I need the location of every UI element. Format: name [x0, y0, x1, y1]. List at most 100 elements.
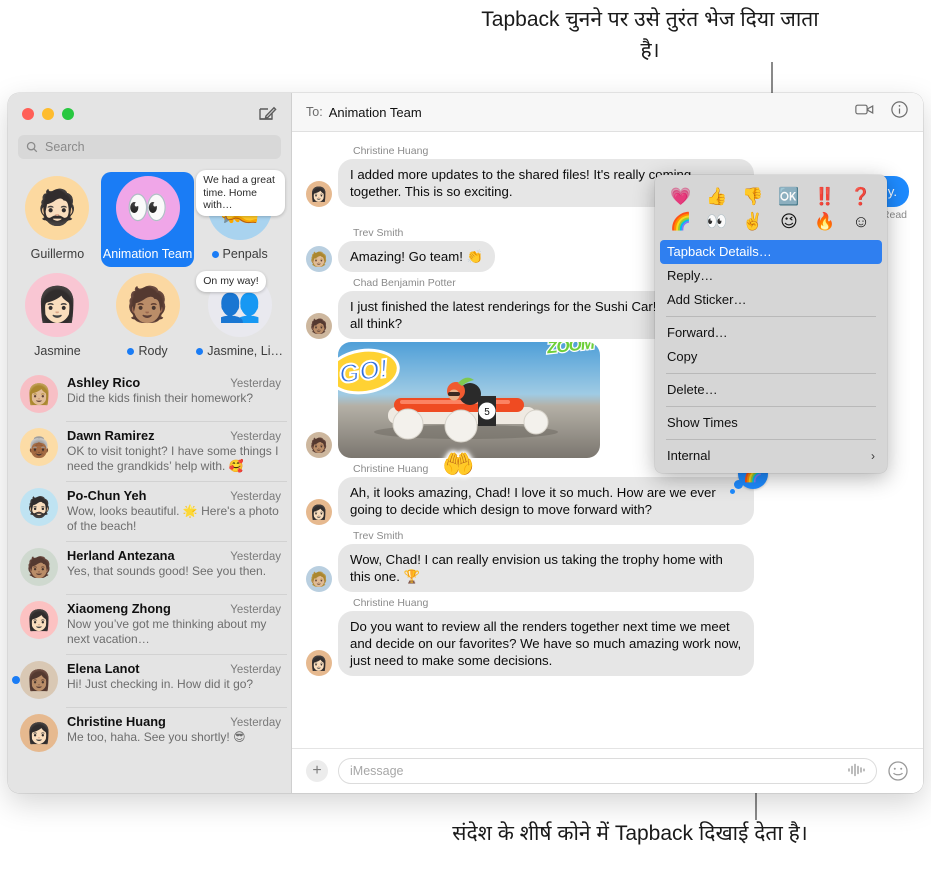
conversation-name: Elena Lanot	[67, 661, 140, 676]
menu-item-delete[interactable]: Delete…	[655, 378, 887, 402]
message-bubble-incoming[interactable]: Do you want to review all the renders to…	[334, 611, 754, 676]
tapback-option-11[interactable]: ☺	[843, 209, 879, 234]
tapback-option-5[interactable]: ❓	[843, 184, 879, 209]
menu-item-reply[interactable]: Reply…	[655, 264, 887, 288]
message-bubble-incoming[interactable]: Amazing! Go team! 👏	[334, 241, 495, 272]
pinned-label: Animation Team	[103, 247, 192, 261]
info-circle-icon[interactable]	[890, 100, 909, 124]
close-button[interactable]	[22, 108, 34, 120]
maximize-button[interactable]	[62, 108, 74, 120]
sidebar: Search 🧔🏻 Guillermo 👀 Animation Team We had …	[8, 93, 292, 793]
avatar: 🧔🏻	[20, 488, 58, 526]
menu-item-add-sticker[interactable]: Add Sticker…	[655, 288, 887, 312]
menu-item-show-times[interactable]: Show Times	[655, 411, 887, 435]
tapback-picker[interactable]: 💗 👍 👎 🆗 ‼️ ❓ 🌈 👀 ✌️ 😉 🔥 ☺	[655, 181, 887, 240]
conversation-time: Yesterday	[230, 717, 281, 729]
pinned-label: Penpals	[211, 247, 268, 261]
avatar: 🧑🏼	[306, 566, 332, 592]
tapback-option-7[interactable]: 👀	[699, 209, 735, 234]
tapback-option-10[interactable]: 🔥	[807, 209, 843, 234]
conversation-row[interactable]: 👩🏻 Xiaomeng Zhong Yesterday Now you’ve got …	[8, 594, 291, 654]
pinned-name: Jasmine	[34, 344, 81, 358]
unread-dot	[127, 347, 135, 355]
conversation-preview: Me too, haha. See you shortly! 😎	[67, 730, 246, 744]
tapback-option-3[interactable]: 🆗	[771, 184, 807, 209]
conversation-row[interactable]: 👩🏽 Elena Lanot Yesterday Hi! Just checking …	[8, 654, 291, 707]
pinned-conversation-2[interactable]: We had a great time. Home with…✍️Penpals	[194, 170, 285, 267]
conversation-row[interactable]: 👩🏼 Ashley Rico Yesterday Did the kids finis…	[8, 368, 291, 421]
chevron-right-icon: ›	[871, 449, 875, 463]
conversation-time: Yesterday	[230, 491, 281, 503]
traffic-lights[interactable]	[22, 108, 74, 120]
menu-item-label: Reply…	[667, 268, 714, 283]
conversation-name: Christine Huang	[67, 714, 166, 729]
conversation-name: Po-Chun Yeh	[67, 488, 147, 503]
pinned-avatar: 🧔🏻	[25, 176, 90, 240]
pinned-name: Jasmine, Li…	[207, 344, 283, 358]
pinned-name: Guillermo	[30, 247, 85, 261]
context-menu[interactable]: 💗 👍 👎 🆗 ‼️ ❓ 🌈 👀 ✌️ 😉 🔥 ☺ Tapback Details… Reply… Add…	[655, 175, 887, 473]
conversation-name: Dawn Ramirez	[67, 428, 155, 443]
add-attachment-button[interactable]: +	[306, 760, 328, 782]
search-container: Search	[8, 135, 291, 168]
audio-waveform-icon[interactable]	[847, 763, 865, 780]
menu-item-label: Add Sticker…	[667, 292, 747, 307]
search-icon	[26, 141, 38, 153]
thread-recipient[interactable]: Animation Team	[329, 105, 422, 120]
pinned-conversation-5[interactable]: On my way! 👥 Jasmine, Li…	[194, 269, 285, 364]
tapback-option-2[interactable]: 👎	[735, 184, 771, 209]
incoming-message: 👩🏻 Do you want to review all the renders …	[306, 611, 909, 676]
video-camera-icon[interactable]	[855, 100, 874, 124]
avatar: 👵🏾	[20, 428, 58, 466]
menu-item-label: Tapback Details…	[667, 244, 772, 259]
imessage-input[interactable]: iMessage	[338, 758, 877, 784]
tapback-option-9[interactable]: 😉	[771, 209, 807, 234]
tapback-option-1[interactable]: 👍	[699, 184, 735, 209]
unread-dot	[211, 250, 219, 258]
conversation-preview: OK to visit tonight? I have some things …	[67, 444, 279, 473]
svg-text:5: 5	[484, 407, 490, 418]
menu-item-label: Delete…	[667, 382, 718, 397]
callout-top: Tapback चुनने पर उसे तुरंत भेज दिया जाता…	[481, 8, 819, 62]
menu-item-copy[interactable]: Copy	[655, 345, 887, 369]
conversation-row[interactable]: 🧔🏻 Po-Chun Yeh Yesterday Wow, looks beautif…	[8, 481, 291, 541]
pinned-conversation-4[interactable]: 🧑🏽 Rody	[101, 269, 194, 364]
menu-item-forward[interactable]: Forward…	[655, 321, 887, 345]
sushi-car-image: 5	[374, 377, 558, 443]
pinned-conversation-1[interactable]: 👀 Animation Team	[100, 172, 195, 267]
photo-attachment[interactable]: 5 GO! ZOOM 🤲	[338, 342, 693, 479]
message-bubble-incoming[interactable]: Ah, it looks amazing, Chad! I love it so…	[334, 459, 768, 525]
conversation-row[interactable]: 👵🏾 Dawn Ramirez Yesterday OK to visit tonig…	[8, 421, 291, 481]
pinned-avatar: 🧑🏽	[115, 273, 180, 337]
minimize-button[interactable]	[42, 108, 54, 120]
avatar: 👩🏼	[20, 375, 58, 413]
menu-separator	[666, 373, 876, 374]
search-input[interactable]: Search	[18, 135, 281, 159]
tapback-option-0[interactable]: 💗	[663, 184, 699, 209]
incoming-message: 👩🏻 Ah, it looks amazing, Chad! I love it …	[306, 459, 909, 525]
conversation-row[interactable]: 🧑🏽 Herland Antezana Yesterday Yes, that sou…	[8, 541, 291, 594]
menu-item-internal[interactable]: Internal ›	[655, 444, 887, 468]
pinned-name: Penpals	[222, 247, 268, 261]
conversation-preview: Wow, looks beautiful. 🌟 Here's a photo o…	[67, 504, 279, 533]
pinned-conversations: 🧔🏻 Guillermo 👀 Animation Team We had a great…	[8, 168, 291, 366]
menu-item-label: Copy	[667, 349, 698, 364]
pinned-conversation-0[interactable]: 🧔🏻 Guillermo	[14, 172, 101, 267]
avatar: 👩🏻	[20, 601, 58, 639]
message-bubble-incoming[interactable]: Wow, Chad! I can really envision us taki…	[334, 544, 754, 592]
smiley-icon[interactable]	[887, 760, 909, 782]
tapback-option-8[interactable]: ✌️	[735, 209, 771, 234]
to-label: To:	[306, 105, 323, 119]
tapback-option-4[interactable]: ‼️	[807, 184, 843, 209]
window-titlebar	[8, 93, 291, 135]
menu-item-label: Forward…	[667, 325, 728, 340]
conversation-preview: Yes, that sounds good! See you then.	[67, 564, 267, 578]
conversation-time: Yesterday	[230, 664, 281, 676]
conversation-row[interactable]: 👩🏻 Christine Huang Yesterday Me too, haha. …	[8, 707, 291, 760]
menu-item-tapback-details[interactable]: Tapback Details…	[660, 240, 882, 264]
tapback-option-6[interactable]: 🌈	[663, 209, 699, 234]
pinned-conversation-3[interactable]: 👩🏻 Jasmine	[14, 269, 101, 364]
compose-icon[interactable]	[257, 104, 277, 124]
callout-bottom: संदेश के शीर्ष कोने में Tapback दिखाई दे…	[452, 822, 808, 845]
conversation-time: Yesterday	[230, 604, 281, 616]
